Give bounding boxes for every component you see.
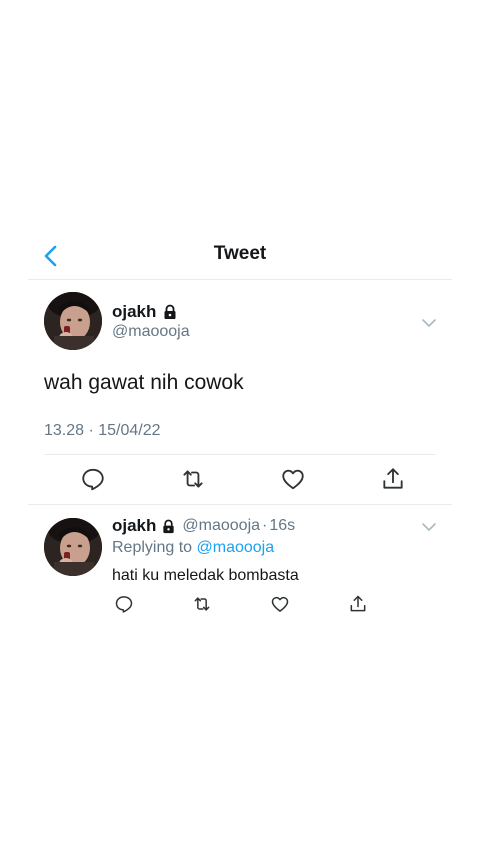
replying-to-label: Replying to bbox=[112, 539, 193, 556]
like-icon[interactable] bbox=[280, 466, 306, 492]
chevron-down-icon[interactable] bbox=[420, 518, 438, 536]
divider bbox=[28, 504, 452, 505]
page-title: Tweet bbox=[213, 243, 267, 264]
tweet-text: hati ku meledak bombasta bbox=[112, 567, 299, 584]
tweet-screen: Tweet ojakh @maoooja wah gawat nih cowok… bbox=[0, 0, 480, 854]
reply-icon[interactable] bbox=[114, 594, 134, 614]
user-handle[interactable]: @maoooja bbox=[112, 323, 190, 341]
avatar[interactable] bbox=[44, 292, 102, 350]
chevron-down-icon[interactable] bbox=[420, 314, 438, 332]
user-handle[interactable]: @maoooja bbox=[182, 517, 260, 535]
display-name[interactable]: ojakh bbox=[112, 302, 156, 322]
tweet-timestamp: 13.28 · 15/04/22 bbox=[44, 422, 161, 439]
lock-icon bbox=[161, 519, 176, 534]
retweet-icon[interactable] bbox=[180, 466, 206, 492]
tweet-actions bbox=[80, 466, 406, 492]
replying-to-link[interactable]: @maoooja bbox=[197, 539, 275, 556]
profile-photo bbox=[44, 292, 102, 350]
profile-photo bbox=[44, 518, 102, 576]
author-row: ojakh bbox=[112, 302, 178, 322]
tweet-time: 16s bbox=[269, 517, 296, 534]
replying-to-row: Replying to @maoooja bbox=[112, 539, 274, 557]
avatar[interactable] bbox=[44, 518, 102, 576]
separator-dot: · bbox=[262, 517, 268, 534]
navigation-header: Tweet bbox=[28, 236, 452, 280]
tweet-text: wah gawat nih cowok bbox=[44, 371, 244, 394]
divider bbox=[44, 454, 436, 455]
display-name[interactable]: ojakh bbox=[112, 516, 156, 536]
share-icon[interactable] bbox=[348, 594, 368, 614]
author-row: ojakh @maoooja · 16s bbox=[112, 516, 295, 536]
share-icon[interactable] bbox=[380, 466, 406, 492]
like-icon[interactable] bbox=[270, 594, 290, 614]
retweet-icon[interactable] bbox=[192, 594, 212, 614]
tweet-actions bbox=[114, 594, 368, 614]
lock-icon bbox=[162, 304, 178, 320]
reply-icon[interactable] bbox=[80, 466, 106, 492]
